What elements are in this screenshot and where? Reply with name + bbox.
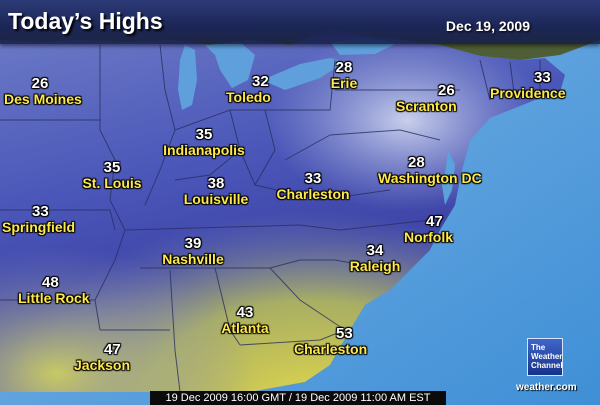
logo-line-1: The: [531, 343, 546, 352]
city-st-louis: 35 St. Louis: [72, 160, 152, 191]
city-nashville: 39 Nashville: [150, 236, 236, 267]
logo-line-2: Weather: [531, 352, 563, 361]
city-temp: 32: [252, 73, 269, 90]
city-temp: 38: [207, 175, 225, 192]
city-name: Scranton: [396, 98, 457, 114]
city-name: Norfolk: [404, 229, 453, 245]
weather-map: Today’s Highs Dec 19, 2009 26 Des Moines…: [0, 0, 600, 405]
weather-channel-logo: The Weather Channel: [527, 338, 563, 376]
city-temp: 35: [103, 159, 121, 176]
city-temp: 33: [32, 203, 49, 220]
city-temp: 47: [426, 213, 443, 230]
city-name: Providence: [490, 85, 566, 101]
city-jackson: 47 Jackson: [74, 342, 150, 373]
city-name: Little Rock: [18, 290, 90, 306]
map-date: Dec 19, 2009: [445, 18, 530, 34]
city-temp: 35: [195, 126, 213, 143]
city-name: St. Louis: [82, 175, 142, 191]
city-little-rock: 48 Little Rock: [18, 275, 114, 306]
city-temp: 26: [31, 75, 49, 92]
city-louisville: 38 Louisville: [168, 176, 264, 207]
city-name: Atlanta: [221, 320, 269, 336]
timestamp-bar: 19 Dec 2009 16:00 GMT / 19 Dec 2009 11:0…: [150, 391, 446, 405]
city-name: Charleston: [276, 186, 350, 202]
city-raleigh: 34 Raleigh: [340, 243, 410, 274]
city-name: Louisville: [183, 191, 249, 207]
city-des-moines: 26 Des Moines: [4, 75, 82, 107]
city-temp: 39: [184, 235, 202, 252]
city-toledo: 32 Toledo: [226, 74, 292, 105]
city-erie: 28 Erie: [322, 60, 366, 91]
city-atlanta: 43 Atlanta: [208, 305, 282, 336]
city-charleston-sc: 53 Charleston: [294, 326, 398, 357]
city-temp: 53: [336, 325, 353, 342]
city-name: Washington DC: [378, 170, 482, 186]
city-name: Nashville: [162, 251, 224, 267]
city-name: Charleston: [294, 341, 368, 357]
city-name: Indianapolis: [163, 142, 245, 158]
city-temp: 47: [104, 341, 121, 358]
city-scranton: 26 Scranton: [396, 83, 476, 114]
city-temp: 48: [42, 274, 59, 291]
city-name: Springfield: [2, 219, 76, 235]
city-temp: 28: [335, 59, 353, 76]
city-springfield: 33 Springfield: [2, 204, 98, 235]
city-indianapolis: 35 Indianapolis: [156, 127, 252, 158]
map-title: Today’s Highs: [8, 8, 163, 34]
city-name: Des Moines: [4, 91, 82, 107]
city-name: Erie: [330, 75, 358, 91]
city-temp: 33: [304, 170, 322, 187]
city-name: Jackson: [74, 357, 131, 373]
city-washington-dc: 28 Washington DC: [378, 155, 504, 186]
logo-url: weather.com: [516, 382, 577, 393]
city-charleston-wv: 33 Charleston: [260, 171, 366, 202]
city-providence: 33 Providence: [490, 70, 590, 101]
city-temp: 26: [438, 82, 455, 99]
logo-line-3: Channel: [531, 361, 563, 370]
title-bar: Today’s Highs Dec 19, 2009: [0, 0, 600, 44]
city-temp: 28: [408, 154, 425, 171]
city-temp: 33: [534, 69, 551, 86]
city-temp: 34: [366, 242, 384, 259]
city-name: Raleigh: [349, 258, 401, 274]
city-temp: 43: [236, 304, 254, 321]
city-name: Toledo: [226, 89, 271, 105]
city-norfolk: 47 Norfolk: [404, 214, 470, 245]
